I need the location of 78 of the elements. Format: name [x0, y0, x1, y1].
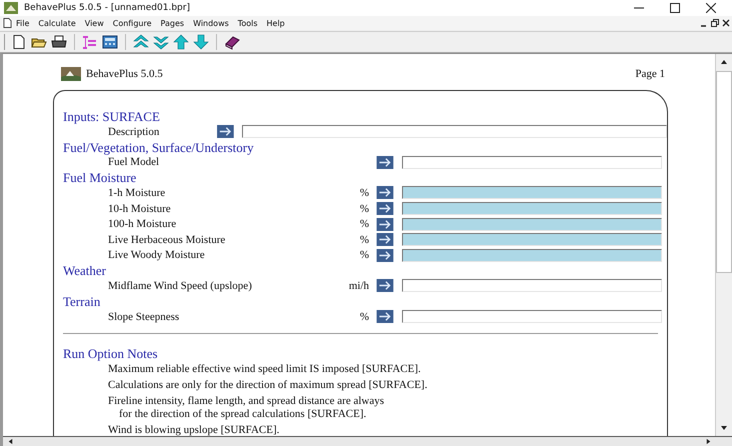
- calculator-icon[interactable]: [102, 34, 118, 50]
- note-text: Calculations are only for the direction of maximum spread [SURFACE].: [108, 379, 428, 392]
- document-icon[interactable]: [3, 18, 12, 28]
- scroll-right-icon[interactable]: [705, 438, 712, 445]
- units-label: %: [360, 218, 369, 230]
- printer-icon[interactable]: [51, 34, 67, 50]
- section-heading: Weather: [63, 263, 107, 278]
- input-field[interactable]: [402, 202, 662, 216]
- input-field[interactable]: [402, 248, 662, 262]
- vertical-scrollbar[interactable]: [715, 54, 732, 436]
- close-icon[interactable]: [706, 3, 716, 13]
- note-text: for the direction of the spread calculations [SURFACE].: [118, 408, 368, 422]
- input-field[interactable]: [402, 186, 662, 200]
- input-label: 100-h Moisture: [107, 218, 178, 230]
- down-arrow-icon[interactable]: [193, 34, 209, 50]
- arrow-button[interactable]: [376, 233, 394, 246]
- input-field[interactable]: [402, 156, 662, 169]
- app-icon: [4, 2, 18, 14]
- menu-item[interactable]: Tools: [238, 18, 258, 28]
- arrow-button[interactable]: [376, 248, 394, 262]
- menu-item[interactable]: File: [16, 18, 30, 28]
- input-label: 10-h Moisture: [107, 202, 172, 215]
- arrow-button[interactable]: [376, 279, 394, 292]
- up-arrow-icon[interactable]: [173, 34, 189, 50]
- book-icon[interactable]: [224, 34, 240, 50]
- maximize-icon[interactable]: [670, 3, 680, 13]
- input-label: Live Woody Moisture: [107, 249, 206, 262]
- logo-icon: [61, 67, 81, 81]
- input-label: 1-h Moisture: [107, 186, 166, 199]
- double-down-arrow-icon[interactable]: [153, 34, 169, 50]
- restore-icon[interactable]: [711, 19, 719, 27]
- input-field[interactable]: [242, 125, 667, 138]
- arrow-button[interactable]: [376, 218, 394, 231]
- section-heading: Inputs: SURFACE: [63, 109, 161, 124]
- note-text: Fireline intensity, flame length, and spread distance are always: [108, 395, 386, 408]
- menu-item[interactable]: Pages: [160, 18, 184, 28]
- note-text: Maximum reliable effective wind speed limit IS imposed [SURFACE].: [108, 363, 422, 376]
- units-label: %: [360, 186, 369, 199]
- scroll-left-icon[interactable]: [7, 438, 14, 445]
- scroll-up-icon[interactable]: [720, 58, 728, 66]
- arrow-button[interactable]: [376, 156, 394, 169]
- input-label: Midflame Wind Speed (upslope): [107, 280, 253, 292]
- input-field[interactable]: [402, 233, 662, 246]
- units-label: %: [360, 234, 369, 246]
- double-up-arrow-icon[interactable]: [133, 34, 149, 50]
- input-field[interactable]: [402, 279, 662, 292]
- units-label: mi/h: [348, 280, 369, 292]
- input-label: Live Herbaceous Moisture: [107, 234, 226, 246]
- close-icon[interactable]: [722, 19, 730, 27]
- menu-item[interactable]: Windows: [193, 18, 229, 28]
- input-label: Description: [107, 126, 160, 138]
- app-name: BehavePlus 5.0.5: [86, 68, 163, 80]
- input-field[interactable]: [402, 218, 662, 231]
- units-label: %: [360, 202, 369, 215]
- input-label: Fuel Model: [107, 156, 160, 168]
- menu-item[interactable]: Calculate: [38, 18, 76, 28]
- note-text: Wind is blowing upslope [SURFACE].: [108, 424, 280, 436]
- arrow-button[interactable]: [376, 186, 394, 200]
- arrow-button[interactable]: [376, 310, 394, 324]
- horizontal-scrollbar[interactable]: [3, 436, 732, 446]
- units-label: %: [360, 249, 369, 262]
- page-number: Page 1: [635, 68, 665, 80]
- arrow-button[interactable]: [217, 125, 234, 138]
- units-label: %: [360, 310, 369, 323]
- scroll-thumb[interactable]: [716, 71, 732, 273]
- section-heading: Fuel/Vegetation, Surface/Understory: [63, 140, 255, 155]
- scroll-down-icon[interactable]: [720, 424, 728, 432]
- section-heading: Terrain: [63, 294, 102, 309]
- new-document-icon[interactable]: [11, 34, 27, 50]
- section-heading: Fuel Moisture: [63, 170, 138, 186]
- window-title: BehavePlus 5.0.5 - [unnamed01.bpr]: [24, 3, 190, 13]
- section-heading: Run Option Notes: [63, 346, 159, 362]
- input-field[interactable]: [402, 310, 662, 324]
- menu-item[interactable]: Configure: [112, 18, 152, 28]
- arrow-button[interactable]: [376, 202, 394, 216]
- menu-item[interactable]: Help: [266, 18, 285, 28]
- input-label: Slope Steepness: [107, 310, 180, 323]
- menu-item[interactable]: View: [84, 18, 104, 28]
